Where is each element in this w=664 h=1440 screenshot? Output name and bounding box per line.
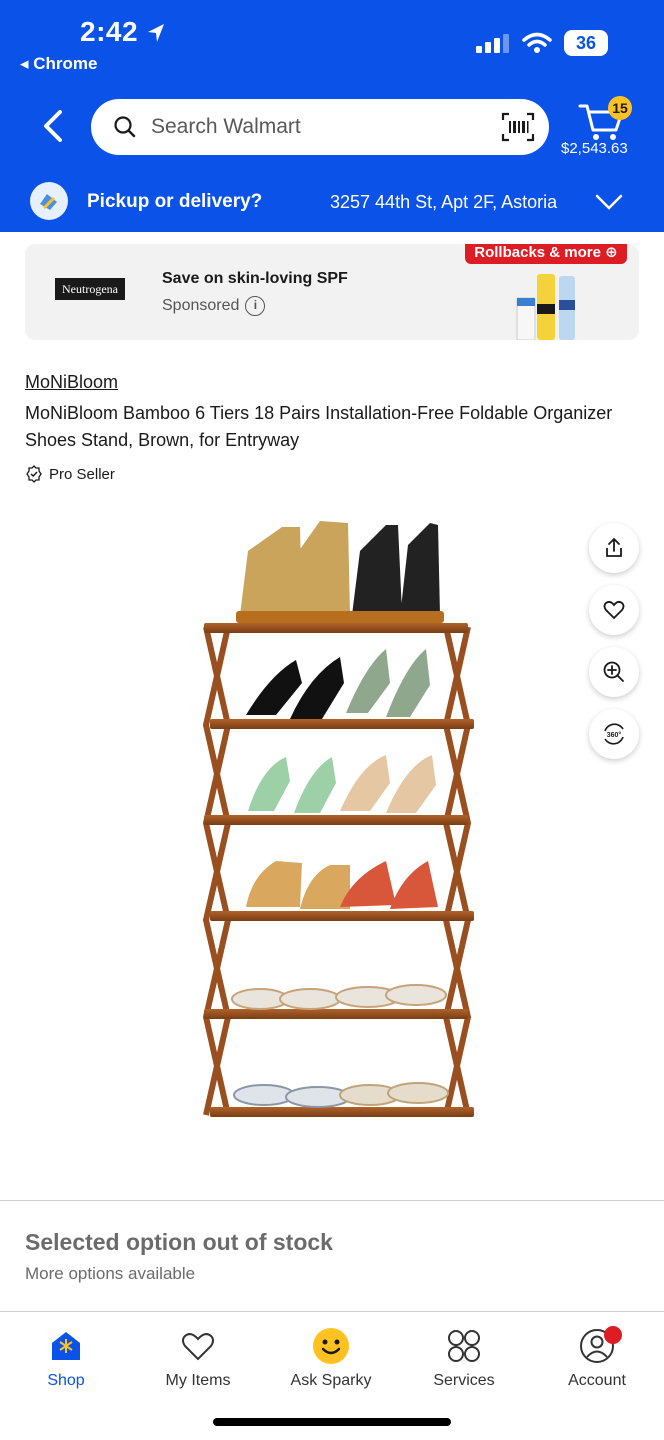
- rotate-360-icon: 360°: [604, 723, 624, 745]
- brand-link[interactable]: MoNiBloom: [25, 372, 118, 393]
- share-icon: [606, 538, 622, 557]
- favorite-button[interactable]: [589, 585, 639, 635]
- nav-account[interactable]: Account: [542, 1326, 652, 1390]
- rollback-banner: Rollbacks & more ⊕: [465, 244, 627, 264]
- pickup-icon: [30, 182, 68, 220]
- wifi-icon: [522, 32, 552, 53]
- sparky-icon: [313, 1328, 349, 1364]
- share-button[interactable]: [589, 523, 639, 573]
- search-input[interactable]: Search Walmart: [151, 115, 301, 139]
- search-bar[interactable]: Search Walmart: [91, 99, 549, 155]
- pro-seller-label: Pro Seller: [49, 465, 115, 483]
- nav-label: Ask Sparky: [290, 1372, 372, 1389]
- cart-button[interactable]: 15 $2,543.63: [558, 94, 648, 164]
- svg-text:360°: 360°: [607, 731, 622, 739]
- zoom-in-icon: [603, 661, 624, 682]
- nav-label: Services: [433, 1372, 495, 1389]
- ad-sponsored-label: Sponsored: [162, 297, 240, 314]
- nav-label: Account: [568, 1372, 626, 1389]
- sponsored-ad[interactable]: Neutrogena Save on skin-loving SPF Spons…: [25, 244, 639, 340]
- pickup-delivery-bar[interactable]: Pickup or delivery? 3257 44th St, Apt 2F…: [0, 176, 664, 232]
- nav-label: Shop: [47, 1372, 85, 1389]
- battery-indicator: 36: [564, 30, 608, 56]
- nav-label: My Items: [165, 1372, 231, 1389]
- ad-sponsored: Sponsored i: [162, 296, 266, 316]
- sunscreen-products-image: [516, 274, 575, 340]
- status-time: 2:42: [80, 16, 139, 47]
- back-app-label: Chrome: [33, 54, 98, 73]
- cart-count-badge: 15: [608, 96, 632, 120]
- back-arrow-icon[interactable]: [38, 106, 72, 146]
- pickup-label: Pickup or delivery?: [87, 191, 263, 212]
- nav-my-items[interactable]: My Items: [143, 1326, 253, 1390]
- back-to-app[interactable]: ◂ Chrome: [20, 54, 98, 74]
- out-of-stock-title: Selected option out of stock: [25, 1229, 333, 1255]
- pro-seller-badge: Pro Seller: [25, 465, 115, 483]
- chevron-down-icon[interactable]: [594, 192, 624, 212]
- signal-icon: [476, 34, 509, 53]
- verified-badge-icon: [26, 465, 42, 483]
- out-of-stock-subtitle: More options available: [25, 1264, 196, 1283]
- nav-shop[interactable]: Shop: [11, 1326, 121, 1390]
- shop-icon: [52, 1332, 80, 1360]
- search-icon: [114, 116, 136, 138]
- rollback-banner-label: Rollbacks & more: [474, 244, 601, 261]
- info-icon[interactable]: i: [245, 296, 266, 316]
- zoom-button[interactable]: [589, 647, 639, 697]
- view-360-button[interactable]: 360°: [589, 709, 639, 759]
- status-icons: 36: [476, 30, 608, 56]
- nav-services[interactable]: Services: [409, 1326, 519, 1390]
- heart-icon: [603, 600, 625, 620]
- app-header: 2:42 ◂ Chrome 36 Search Walmart 15 $2,54…: [0, 0, 664, 232]
- section-divider: [0, 1200, 664, 1201]
- product-image[interactable]: [190, 515, 490, 1155]
- heart-icon: [182, 1333, 214, 1361]
- cart-total: $2,543.63: [561, 140, 628, 157]
- barcode-scan-icon[interactable]: [501, 112, 535, 142]
- notification-dot: [604, 1326, 622, 1344]
- nav-ask-sparky[interactable]: Ask Sparky: [276, 1326, 386, 1390]
- product-title: MoNiBloom Bamboo 6 Tiers 18 Pairs Instal…: [25, 403, 613, 450]
- ad-title: Save on skin-loving SPF: [162, 270, 348, 287]
- services-icon: [448, 1330, 480, 1362]
- delivery-address: 3257 44th St, Apt 2F, Astoria: [330, 192, 558, 212]
- location-arrow-icon: [148, 24, 164, 42]
- home-indicator: [213, 1418, 451, 1426]
- ad-brand-logo: Neutrogena: [55, 278, 125, 300]
